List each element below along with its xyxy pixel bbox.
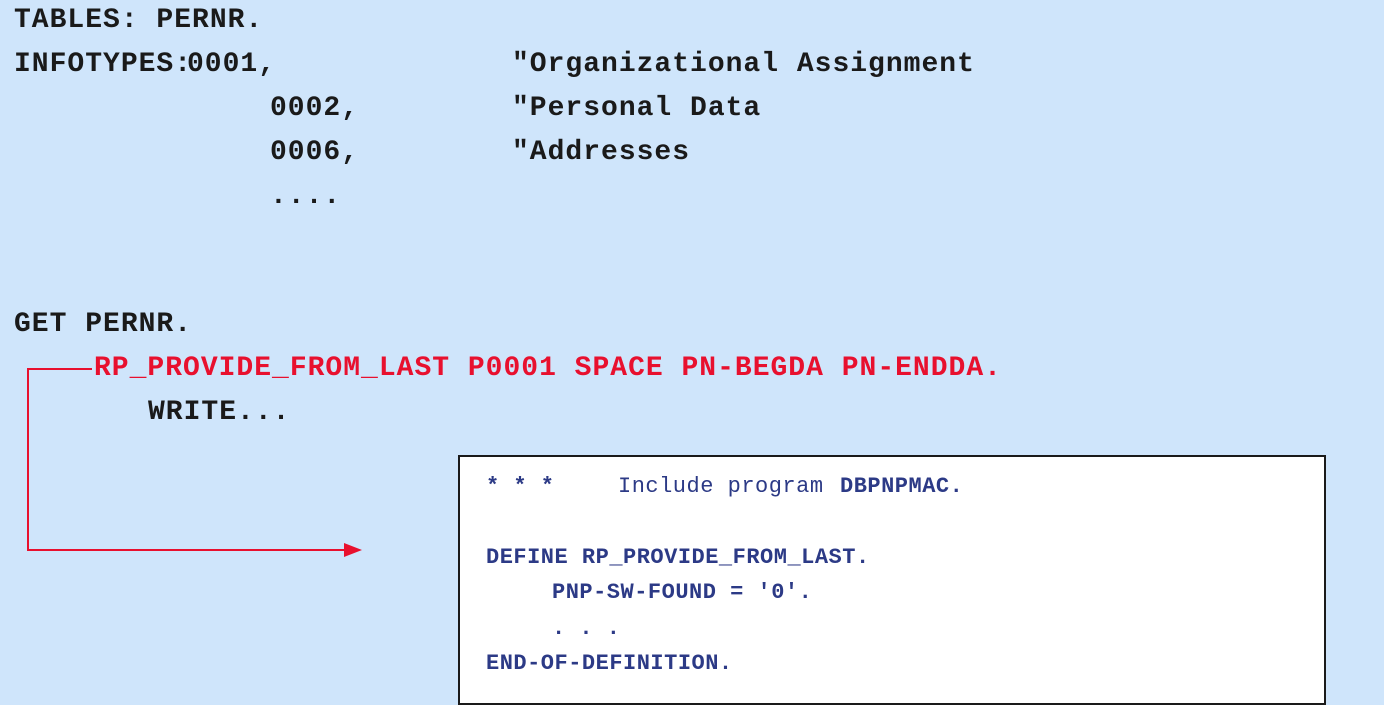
program-name: DBPNPMAC. xyxy=(840,474,964,499)
end-of-definition: END-OF-DEFINITION. xyxy=(486,651,733,676)
comment-stars: * * * xyxy=(486,474,555,499)
include-program-box: * * * Include program DBPNPMAC. DEFINE R… xyxy=(458,455,1326,705)
assignment-statement: PNP-SW-FOUND = '0'. xyxy=(552,580,813,605)
define-statement: DEFINE RP_PROVIDE_FROM_LAST. xyxy=(486,545,870,570)
body-ellipsis: . . . xyxy=(552,616,621,641)
include-comment-text: Include program xyxy=(618,474,824,499)
